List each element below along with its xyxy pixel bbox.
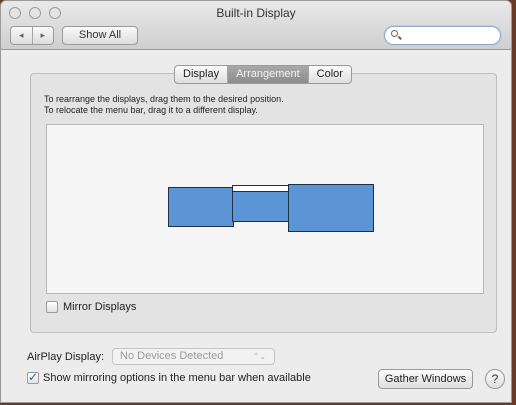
back-arrow-icon[interactable]: ◂ bbox=[11, 27, 33, 44]
instruction-line-1: To rearrange the displays, drag them to … bbox=[44, 94, 284, 104]
show-mirroring-label: Show mirroring options in the menu bar w… bbox=[43, 372, 311, 384]
display-center[interactable] bbox=[232, 191, 290, 222]
airplay-row: AirPlay Display: No Devices Detected ⌃⌄ bbox=[27, 348, 276, 365]
window-title: Built-in Display bbox=[216, 6, 296, 20]
airplay-selected-value: No Devices Detected bbox=[120, 350, 224, 362]
tab-bar: Display Arrangement Color bbox=[174, 65, 352, 84]
forward-arrow-icon[interactable]: ▸ bbox=[33, 27, 54, 44]
back-forward-control: ◂ ▸ bbox=[10, 26, 54, 45]
display-right[interactable] bbox=[288, 184, 374, 232]
select-arrows-icon: ⌃⌄ bbox=[252, 352, 267, 361]
tab-arrangement[interactable]: Arrangement bbox=[228, 66, 309, 83]
help-button[interactable]: ? bbox=[485, 369, 505, 389]
search-input[interactable] bbox=[403, 28, 497, 44]
airplay-label: AirPlay Display: bbox=[27, 350, 105, 363]
mirror-displays-checkbox[interactable] bbox=[46, 301, 58, 313]
title-bar: Built-in Display ◂ ▸ Show All bbox=[1, 1, 511, 50]
show-all-button[interactable]: Show All bbox=[62, 26, 138, 45]
mirror-displays-label: Mirror Displays bbox=[63, 301, 137, 313]
arrangement-instructions: To rearrange the displays, drag them to … bbox=[44, 94, 284, 116]
instruction-line-2: To relocate the menu bar, drag it to a d… bbox=[44, 105, 258, 115]
mirror-displays-option[interactable]: Mirror Displays bbox=[46, 301, 136, 313]
gather-windows-button[interactable]: Gather Windows bbox=[378, 369, 473, 389]
display-left[interactable] bbox=[168, 187, 234, 227]
show-mirroring-checkbox[interactable] bbox=[27, 370, 39, 384]
airplay-display-select[interactable]: No Devices Detected ⌃⌄ bbox=[112, 348, 276, 365]
search-field[interactable] bbox=[384, 26, 501, 45]
preferences-window: Built-in Display ◂ ▸ Show All Display Ar… bbox=[0, 0, 512, 403]
search-icon bbox=[391, 30, 398, 37]
display-arrangement-area[interactable] bbox=[46, 124, 484, 294]
show-mirroring-option[interactable]: Show mirroring options in the menu bar w… bbox=[27, 370, 311, 384]
tab-display[interactable]: Display bbox=[175, 66, 229, 83]
tab-color[interactable]: Color bbox=[309, 66, 351, 83]
